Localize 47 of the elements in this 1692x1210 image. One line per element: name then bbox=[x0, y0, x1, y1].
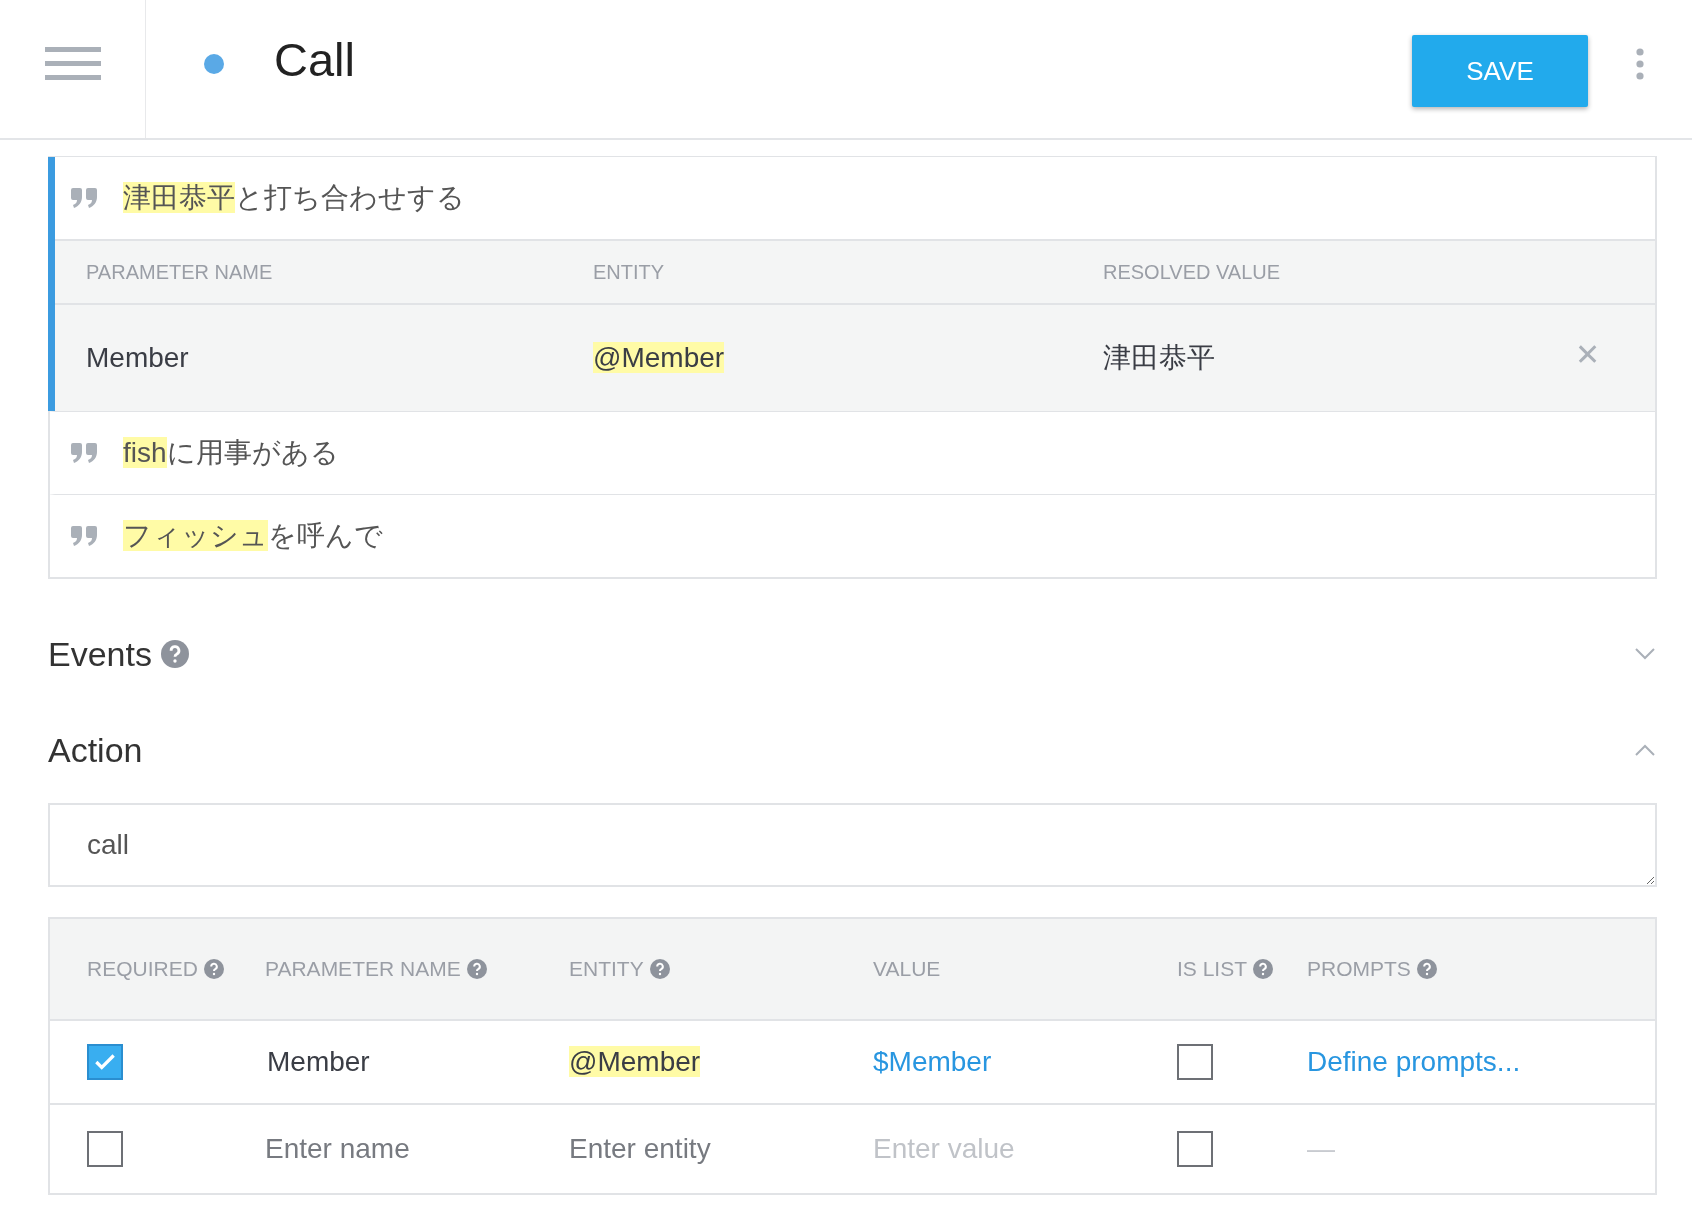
chevron-up-icon[interactable] bbox=[1635, 744, 1655, 756]
table-cell-text: 津田恭平 bbox=[1103, 341, 1216, 375]
entity-tag: @Member bbox=[569, 1046, 701, 1077]
status-dot-icon bbox=[204, 54, 224, 74]
column-header: PARAMETER NAME bbox=[265, 957, 461, 981]
quote-icon bbox=[71, 526, 97, 546]
value-field[interactable]: Enter value bbox=[873, 1133, 1133, 1165]
training-phrase: 津田恭平 と打ち合わせする bbox=[123, 181, 465, 215]
name-field[interactable]: Enter name bbox=[265, 1133, 525, 1165]
help-icon[interactable] bbox=[466, 959, 487, 979]
help-icon[interactable] bbox=[1253, 959, 1274, 979]
help-icon[interactable] bbox=[203, 959, 224, 979]
training-phrase: フィッシュ を呼んで bbox=[123, 519, 383, 553]
table-cell-text: $Member bbox=[873, 1046, 993, 1078]
help-icon[interactable] bbox=[1416, 959, 1437, 979]
menu-icon[interactable] bbox=[44, 47, 101, 81]
page-title: Call bbox=[274, 31, 355, 87]
column-header: IS LIST bbox=[1177, 957, 1248, 981]
training-phrase-row[interactable]: 津田恭平 と打ち合わせする PARAMETER NAME ENTITY RESOLVED VALUE Member @Member 津田恭平 ✕ bbox=[48, 157, 1655, 411]
column-header: RESOLVED VALUE bbox=[1103, 260, 1282, 284]
checkbox[interactable] bbox=[1177, 1131, 1213, 1167]
table-cell-text: Member bbox=[266, 1046, 371, 1078]
chevron-down-icon[interactable] bbox=[1635, 648, 1655, 660]
column-header: REQUIRED bbox=[87, 957, 198, 981]
section-title: Action bbox=[48, 730, 143, 770]
quote-icon bbox=[71, 443, 97, 463]
entity-field[interactable]: Enter entity bbox=[569, 1133, 829, 1165]
training-phrase: fishに用事がある bbox=[123, 436, 339, 470]
table-cell-text: Member bbox=[86, 342, 190, 374]
help-icon[interactable] bbox=[160, 640, 189, 668]
column-header: PARAMETER NAME bbox=[86, 260, 274, 284]
training-phrase-row[interactable]: フィッシュ を呼んで bbox=[48, 494, 1655, 577]
column-header: ENTITY bbox=[569, 957, 644, 981]
checkbox[interactable] bbox=[87, 1131, 123, 1167]
column-header: ENTITY bbox=[593, 260, 666, 284]
prompts-dash: — bbox=[1307, 1133, 1335, 1164]
entity-tag: @Member bbox=[593, 342, 725, 373]
column-header: VALUE bbox=[873, 957, 941, 981]
column-header: PROMPTS bbox=[1307, 957, 1411, 981]
training-phrase-row[interactable]: fishに用事がある bbox=[48, 411, 1655, 494]
quote-icon bbox=[71, 188, 97, 208]
section-title: Events bbox=[48, 634, 152, 674]
checkbox[interactable] bbox=[1177, 1044, 1213, 1080]
action-field[interactable]: call bbox=[48, 803, 1657, 887]
help-icon[interactable] bbox=[649, 959, 670, 979]
more-icon[interactable] bbox=[1636, 48, 1644, 80]
checkbox[interactable] bbox=[87, 1044, 123, 1080]
